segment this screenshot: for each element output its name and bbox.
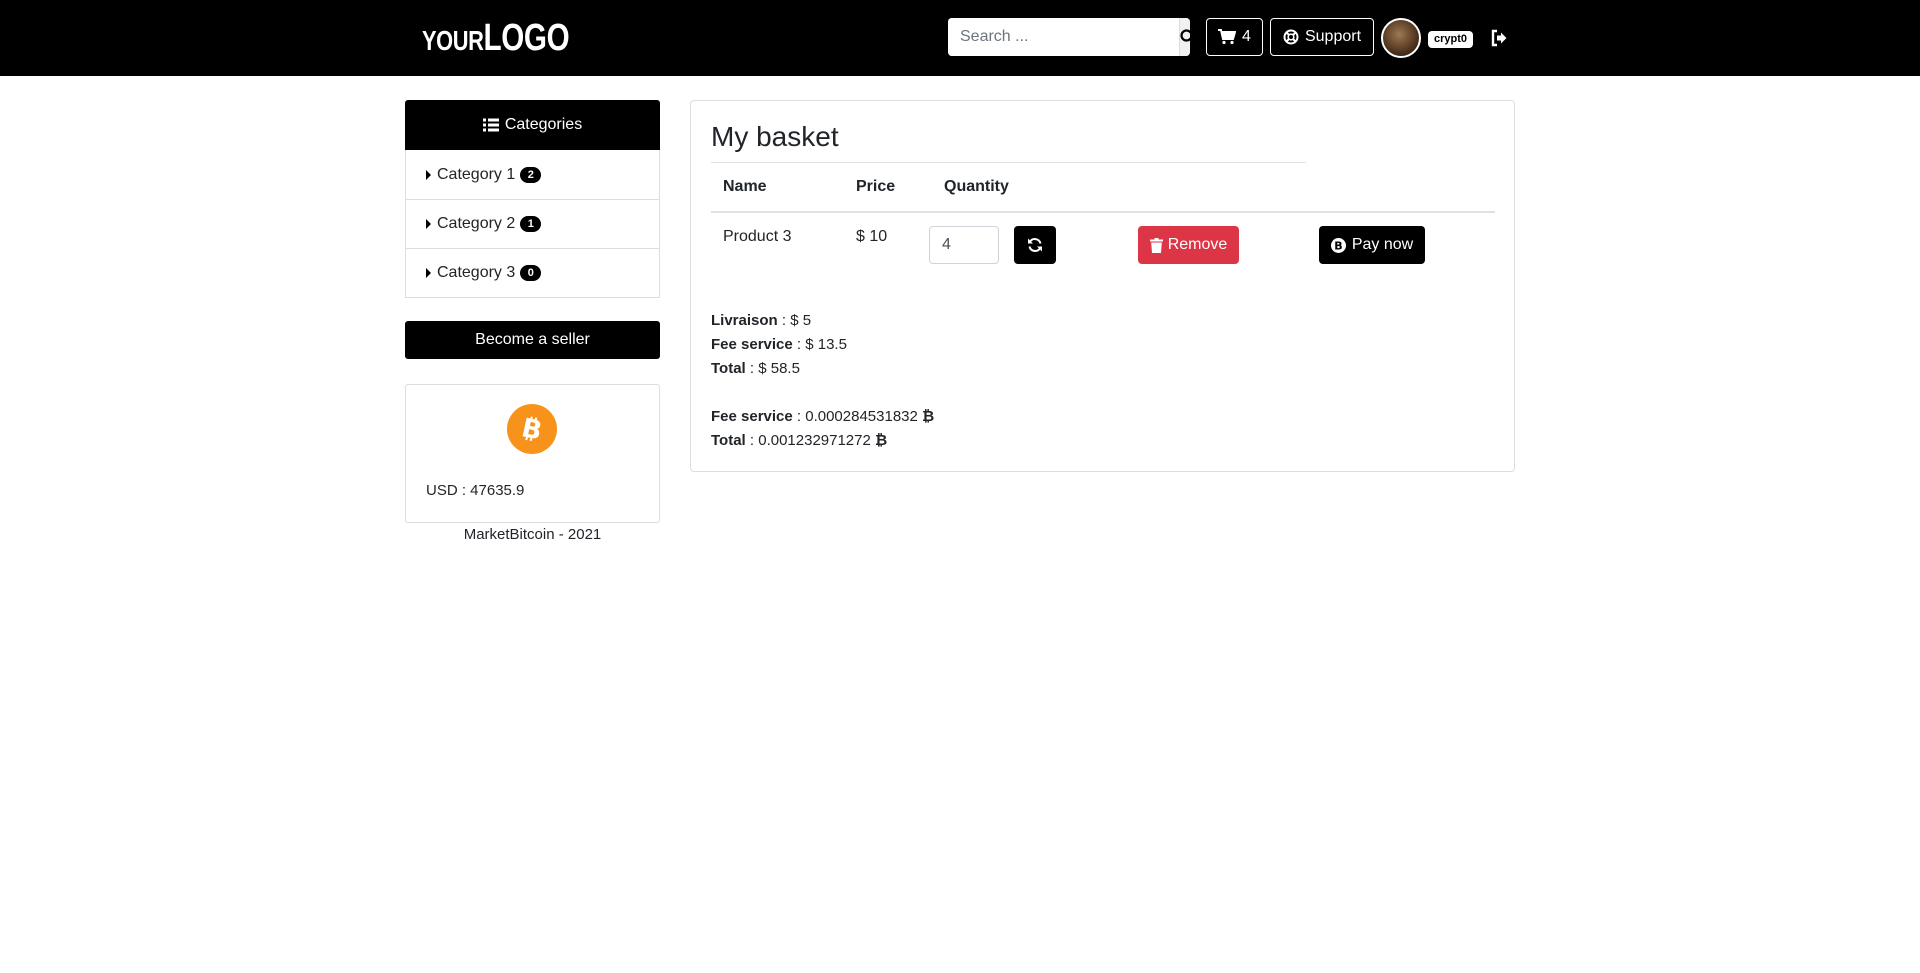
logo-text-small: YOUR [422, 25, 484, 56]
caret-right-icon [426, 219, 431, 229]
column-header-quantity: Quantity [944, 178, 1009, 195]
category-item[interactable]: Category 3 0 [406, 248, 659, 297]
sign-out-icon[interactable] [1490, 29, 1508, 47]
avatar[interactable] [1381, 18, 1421, 58]
cart-button[interactable]: 4 [1206, 18, 1263, 56]
summary-line-total: Total : $ 58.5 [711, 360, 800, 377]
caret-right-icon [426, 268, 431, 278]
support-button[interactable]: Support [1270, 18, 1374, 56]
category-count-badge: 1 [520, 216, 542, 232]
remove-label: Remove [1167, 236, 1228, 253]
bitcoin-logo-icon: B [507, 404, 557, 454]
search-input[interactable] [948, 18, 1179, 56]
category-label: Category 2 [437, 215, 516, 232]
product-name: Product 3 [723, 228, 792, 245]
table-header-divider [711, 211, 1495, 213]
update-quantity-button[interactable] [1014, 226, 1056, 264]
category-count-badge: 0 [520, 265, 542, 281]
btc-summary: Fee service : 0.000284531832 ₿ Total : 0… [711, 405, 934, 453]
footer-text: MarketBitcoin - 2021 [463, 526, 602, 543]
categories-title: Categories [504, 116, 583, 133]
top-navbar: YOUR LOGO 4 Support c [0, 0, 1920, 76]
btc-line-fee-service: Fee service : 0.000284531832 ₿ [711, 408, 935, 425]
caret-right-icon [426, 169, 431, 180]
usd-rate: USD : 47635.9 [426, 482, 525, 499]
quantity-value: 4 [942, 236, 951, 253]
category-list: Category 1 2 Category 2 1 Category 3 0 [405, 150, 660, 298]
username-badge[interactable]: crypt0 [1428, 31, 1474, 48]
summary-line-livraison: Livraison : $ 5 [711, 312, 812, 329]
categories-header: Categories [405, 100, 660, 150]
summary-line-fee-service: Fee service : $ 13.5 [711, 336, 847, 353]
category-label: Category 1 [437, 165, 516, 183]
category-label: Category 3 [437, 264, 516, 281]
pay-now-button[interactable]: B Pay now [1319, 226, 1425, 264]
logo-text-big: LOGO [483, 17, 570, 59]
category-item[interactable]: Category 2 1 [406, 199, 659, 248]
list-icon [482, 118, 499, 132]
trash-icon [1149, 237, 1163, 253]
bitcoin-rate-card: B USD : 47635.9 [405, 384, 660, 523]
usd-summary: Livraison : $ 5 Fee service : $ 13.5 Tot… [711, 309, 847, 381]
support-label: Support [1304, 28, 1362, 45]
page-title: My basket [711, 121, 839, 152]
become-seller-button[interactable]: Become a seller [405, 321, 660, 359]
bitcoin-icon: B [1330, 237, 1346, 253]
btc-symbol-icon: ₿ [922, 408, 935, 425]
pay-now-label: Pay now [1351, 236, 1414, 253]
refresh-icon [1028, 238, 1042, 252]
search-icon [1180, 29, 1190, 42]
remove-button[interactable]: Remove [1138, 226, 1239, 264]
cart-count: 4 [1242, 28, 1251, 45]
column-header-price: Price [856, 178, 896, 195]
life-ring-icon [1283, 29, 1299, 45]
shopping-cart-icon [1218, 29, 1237, 45]
btc-line-total: Total : 0.001232971272 ₿ [711, 432, 888, 449]
svg-text:B: B [1334, 239, 1342, 252]
site-logo[interactable]: YOUR LOGO [422, 17, 570, 59]
btc-symbol-icon: ₿ [875, 432, 888, 449]
title-divider [711, 162, 1306, 163]
product-price: $ 10 [856, 228, 888, 245]
category-count-badge: 2 [520, 166, 542, 183]
search-button[interactable] [1179, 18, 1190, 56]
search-bar [948, 18, 1190, 56]
category-item[interactable]: Category 1 2 [406, 150, 659, 199]
column-header-name: Name [723, 178, 767, 195]
basket-card: My basket Name Price Quantity Product 3 … [690, 100, 1515, 472]
quantity-input[interactable]: 4 [929, 226, 999, 264]
